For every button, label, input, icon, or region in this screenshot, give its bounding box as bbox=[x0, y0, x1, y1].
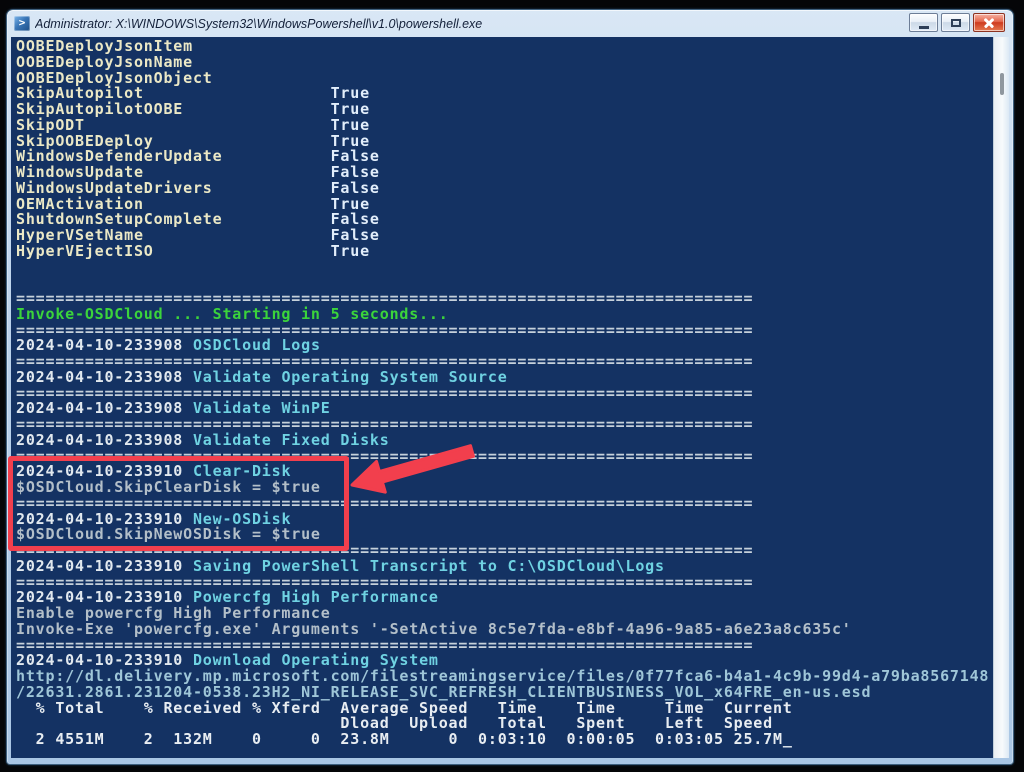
console-line: 2 4551M 2 132M 0 0 23.8M 0 0:03:10 0:00:… bbox=[16, 732, 993, 748]
console-text-segment: HyperVEjectISO bbox=[16, 242, 331, 260]
console-text-segment: _ bbox=[783, 730, 793, 748]
title-bar[interactable]: > Administrator: X:\WINDOWS\System32\Win… bbox=[7, 10, 1013, 37]
annotation-highlight-box bbox=[8, 456, 349, 551]
console-line bbox=[16, 260, 993, 276]
console-line: HyperVEjectISO True bbox=[16, 244, 993, 260]
console-text-segment: True bbox=[331, 242, 370, 260]
annotation-arrow-icon bbox=[340, 438, 485, 503]
minimize-button[interactable] bbox=[909, 13, 938, 32]
powershell-window: > Administrator: X:\WINDOWS\System32\Win… bbox=[6, 9, 1014, 765]
close-button[interactable] bbox=[973, 13, 1005, 32]
window-controls bbox=[906, 13, 1005, 32]
console-area: OOBEDeployJsonItemOOBEDeployJsonNameOOBE… bbox=[11, 37, 1009, 758]
scrollbar-track[interactable] bbox=[993, 37, 1009, 758]
console-text-segment: 2 4551M 2 132M 0 0 23.8M 0 0:03:10 0:00:… bbox=[16, 730, 783, 748]
powershell-icon: > bbox=[14, 16, 30, 31]
maximize-icon bbox=[951, 19, 961, 27]
window-title: Administrator: X:\WINDOWS\System32\Windo… bbox=[35, 17, 482, 31]
maximize-button[interactable] bbox=[941, 13, 970, 32]
screen: { "window": { "title": "Administrator: X… bbox=[0, 0, 1024, 772]
console-output[interactable]: OOBEDeployJsonItemOOBEDeployJsonNameOOBE… bbox=[11, 37, 993, 758]
minimize-icon bbox=[919, 26, 929, 29]
scrollbar-thumb[interactable] bbox=[1000, 73, 1004, 95]
